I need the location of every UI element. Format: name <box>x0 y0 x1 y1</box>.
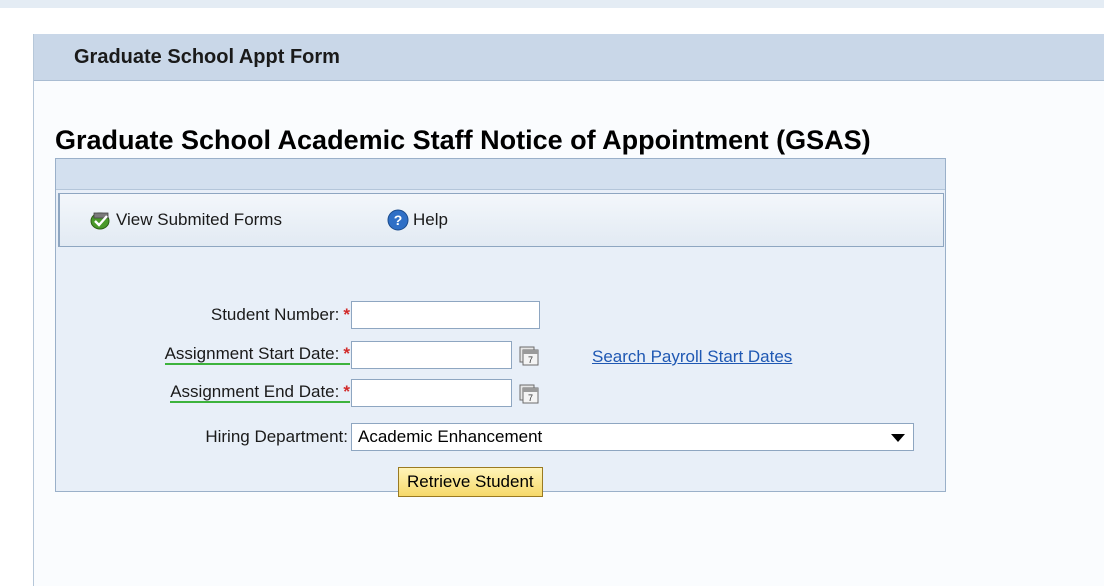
check-shield-icon <box>90 212 110 230</box>
form-panel: View Submited Forms ? Help Student Numbe… <box>55 158 946 497</box>
retrieve-student-button[interactable]: Retrieve Student <box>398 467 543 497</box>
app-frame: Graduate School Appt Form Graduate Schoo… <box>33 34 1104 586</box>
student-number-label: Student Number: * <box>210 305 350 324</box>
page-title: Graduate School Academic Staff Notice of… <box>55 125 871 155</box>
toolbar: View Submited Forms ? Help <box>58 193 944 247</box>
header-bar: Graduate School Appt Form <box>34 34 1104 81</box>
help-icon: ? <box>387 209 409 231</box>
end-date-row: Assignment End Date: * <box>56 377 356 409</box>
hiring-department-value: Academic Enhancement <box>358 427 543 446</box>
view-submitted-forms-label: View Submited Forms <box>116 210 282 229</box>
chevron-down-icon <box>891 434 905 442</box>
end-date-label: Assignment End Date: * <box>170 382 350 403</box>
student-number-row: Student Number: * <box>56 299 356 331</box>
start-date-input[interactable] <box>351 341 512 369</box>
header-title: Graduate School Appt Form <box>74 46 340 68</box>
view-submitted-forms-button[interactable]: View Submited Forms <box>90 208 282 232</box>
help-button[interactable]: ? Help <box>387 208 448 232</box>
hiring-department-select[interactable]: Academic Enhancement <box>351 423 914 451</box>
hiring-department-row: Hiring Department: <box>56 421 352 453</box>
panel-header <box>56 159 945 190</box>
end-date-input[interactable] <box>351 379 512 407</box>
student-number-input[interactable] <box>351 301 540 329</box>
start-date-label: Assignment Start Date: * <box>164 344 350 365</box>
start-date-row: Assignment Start Date: * <box>56 339 356 371</box>
svg-text:?: ? <box>394 212 403 228</box>
required-marker: * <box>343 344 350 363</box>
search-payroll-start-dates-link[interactable]: Search Payroll Start Dates <box>592 347 792 367</box>
help-label: Help <box>413 210 448 229</box>
hiring-department-label: Hiring Department: <box>205 427 348 446</box>
svg-text:7: 7 <box>528 393 533 403</box>
calendar-icon[interactable]: 7 <box>518 344 540 366</box>
calendar-icon[interactable]: 7 <box>518 382 540 404</box>
required-marker: * <box>343 305 350 324</box>
required-marker: * <box>343 382 350 401</box>
svg-text:7: 7 <box>528 355 533 365</box>
top-strip <box>0 0 1104 8</box>
